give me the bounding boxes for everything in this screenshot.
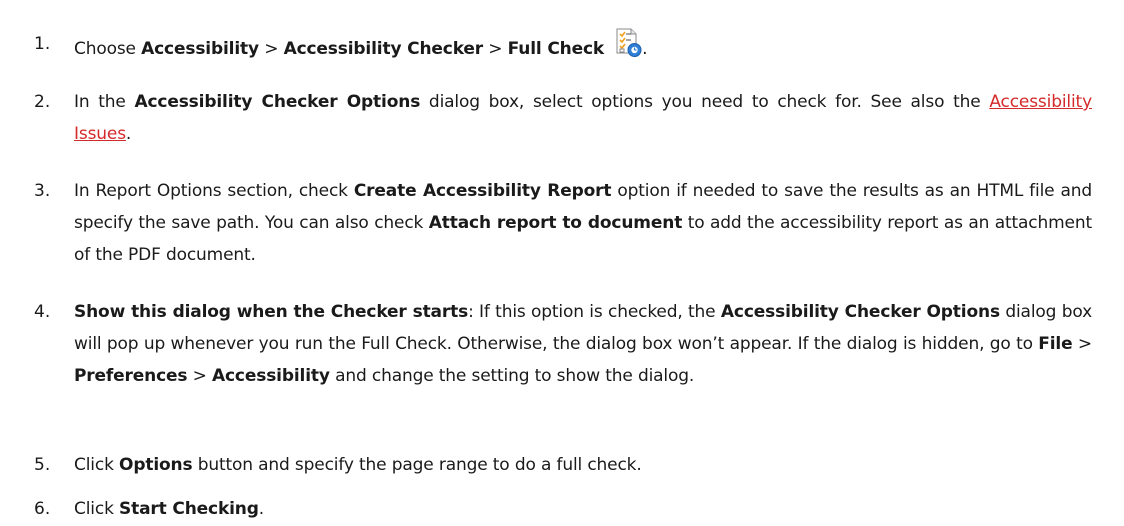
text: Click bbox=[74, 455, 120, 475]
text: . bbox=[258, 499, 265, 519]
button-start-checking: Start Checking bbox=[119, 499, 259, 519]
dialog-name: Accessibility Checker Options bbox=[134, 92, 421, 112]
text: In the bbox=[74, 92, 135, 112]
text: button and specify the page range to do … bbox=[192, 455, 642, 475]
menu-accessibility-checker: Accessibility Checker bbox=[283, 39, 484, 59]
step-number: 5. bbox=[34, 455, 51, 475]
text: Choose bbox=[74, 39, 142, 59]
separator: > bbox=[1072, 334, 1092, 354]
menu-full-check: Full Check bbox=[507, 39, 605, 59]
menu-preferences: Preferences bbox=[74, 366, 188, 386]
separator: > bbox=[483, 39, 508, 59]
step-text: Show this dialog when the Checker starts… bbox=[74, 296, 1092, 392]
step-number: 1. bbox=[34, 34, 51, 54]
step-text: In Report Options section, check Create … bbox=[74, 175, 1092, 271]
menu-file: File bbox=[1038, 334, 1073, 354]
separator: > bbox=[258, 39, 284, 59]
text: dialog box, select options you need to c… bbox=[420, 92, 990, 112]
step-number: 6. bbox=[34, 499, 51, 519]
text: Click bbox=[74, 499, 120, 519]
option-create-report: Create Accessibility Report bbox=[353, 181, 612, 201]
dialog-name: Accessibility Checker Options bbox=[720, 302, 1000, 322]
step-number: 3. bbox=[34, 181, 51, 201]
accessibility-full-check-icon bbox=[612, 28, 642, 58]
option-attach-report: Attach report to document bbox=[428, 213, 683, 233]
step-text: Click Options button and specify the pag… bbox=[74, 449, 1092, 481]
text: . bbox=[125, 124, 132, 144]
separator: > bbox=[187, 366, 212, 386]
step-text: In the Accessibility Checker Options dia… bbox=[74, 86, 1092, 150]
step-text: Choose Accessibility > Accessibility Che… bbox=[74, 28, 1092, 65]
step-number: 2. bbox=[34, 92, 51, 112]
step-number: 4. bbox=[34, 302, 51, 322]
button-options: Options bbox=[119, 455, 193, 475]
step-text: Click Start Checking. bbox=[74, 493, 1092, 525]
menu-accessibility: Accessibility bbox=[141, 39, 259, 59]
menu-accessibility: Accessibility bbox=[212, 366, 330, 386]
text: : If this option is checked, the bbox=[468, 302, 721, 322]
option-show-dialog: Show this dialog when the Checker starts bbox=[74, 302, 469, 322]
text: In Report Options section, check bbox=[74, 181, 354, 201]
text: . bbox=[642, 39, 648, 59]
text: and change the setting to show the dialo… bbox=[329, 366, 695, 386]
